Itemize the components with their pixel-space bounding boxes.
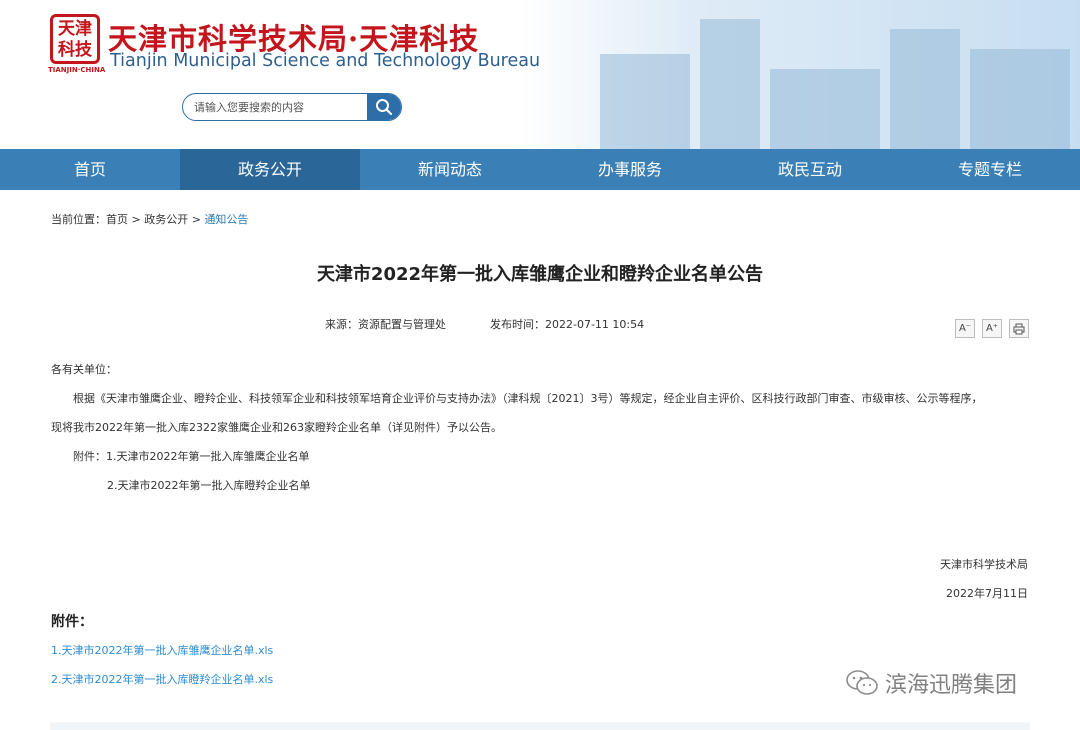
body-paragraph-line: 现将我市2022年第一批入库2322家雏鹰企业和263家瞪羚企业名单（详见附件）… (51, 421, 502, 434)
site-header: 天津 科技 TIANJIN·CHINA 天津市科学技术局·天津科技 Tianji… (0, 0, 1080, 149)
seal-text: 天津 科技 (58, 19, 92, 60)
bureau-seal-logo: 天津 科技 (50, 14, 100, 64)
article-publish-time: 发布时间：2022-07-11 10:54 (490, 318, 645, 331)
banner-illustration (520, 0, 1080, 149)
footer-divider (50, 722, 1030, 730)
breadcrumb-current[interactable]: 通知公告 (204, 213, 248, 226)
attachment-list-item: 2.天津市2022年第一批入库瞪羚企业名单 (107, 479, 311, 492)
attachment-link-1[interactable]: 1.天津市2022年第一批入库雏鹰企业名单.xls (51, 642, 273, 658)
salutation: 各有关单位： (51, 363, 117, 376)
nav-item-news[interactable]: 新闻动态 (360, 149, 540, 190)
article-source: 来源：资源配置与管理处 (325, 318, 446, 331)
attachment-list-item: 附件：1.天津市2022年第一批入库雏鹰企业名单 (73, 450, 310, 463)
nav-item-government-affairs[interactable]: 政务公开 (180, 149, 360, 190)
nav-item-interaction[interactable]: 政民互动 (720, 149, 900, 190)
search-box (182, 93, 402, 121)
breadcrumb-home[interactable]: 首页 (106, 213, 128, 226)
attachment-link-2[interactable]: 2.天津市2022年第一批入库瞪羚企业名单.xls (51, 671, 273, 687)
search-input[interactable] (183, 94, 369, 120)
attachments-heading: 附件： (51, 614, 93, 630)
seal-caption: TIANJIN·CHINA (48, 66, 106, 74)
nav-item-home[interactable]: 首页 (0, 149, 180, 190)
print-button[interactable] (1009, 319, 1029, 338)
signature: 天津市科学技术局 (940, 558, 1028, 571)
nav-item-services[interactable]: 办事服务 (540, 149, 720, 190)
main-nav: 首页 政务公开 新闻动态 办事服务 政民互动 专题专栏 (0, 149, 1080, 190)
site-subtitle: Tianjin Municipal Science and Technology… (110, 51, 541, 71)
breadcrumb-separator: > (128, 213, 145, 226)
font-smaller-button[interactable]: A⁻ (955, 319, 975, 338)
printer-icon (1013, 323, 1025, 335)
font-larger-button[interactable]: A⁺ (982, 319, 1002, 338)
article-body: 各有关单位： 根据《天津市雏鹰企业、瞪羚企业、科技领军企业和科技领军培育企业评价… (51, 355, 1036, 500)
breadcrumb: 当前位置：首页 > 政务公开 > 通知公告 (51, 211, 248, 227)
signature-date: 2022年7月11日 (946, 587, 1028, 600)
search-button[interactable] (367, 94, 401, 120)
body-paragraph-line: 根据《天津市雏鹰企业、瞪羚企业、科技领军企业和科技领军培育企业评价与支持办法》（… (73, 392, 983, 405)
wechat-icon (846, 670, 878, 695)
article-tools: A⁻ A⁺ (955, 319, 1029, 338)
breadcrumb-separator: > (188, 213, 205, 226)
watermark-text: 滨海迅腾集团 (885, 673, 1018, 698)
article-title: 天津市2022年第一批入库雏鹰企业和瞪羚企业名单公告 (316, 264, 764, 285)
article-meta: 来源：资源配置与管理处 发布时间：2022-07-11 10:54 (325, 316, 644, 332)
nav-item-special-topics[interactable]: 专题专栏 (900, 149, 1080, 190)
breadcrumb-prefix: 当前位置： (51, 213, 106, 226)
breadcrumb-section[interactable]: 政务公开 (144, 213, 188, 226)
watermark: 滨海迅腾集团 (845, 667, 1017, 699)
search-icon (376, 99, 393, 116)
